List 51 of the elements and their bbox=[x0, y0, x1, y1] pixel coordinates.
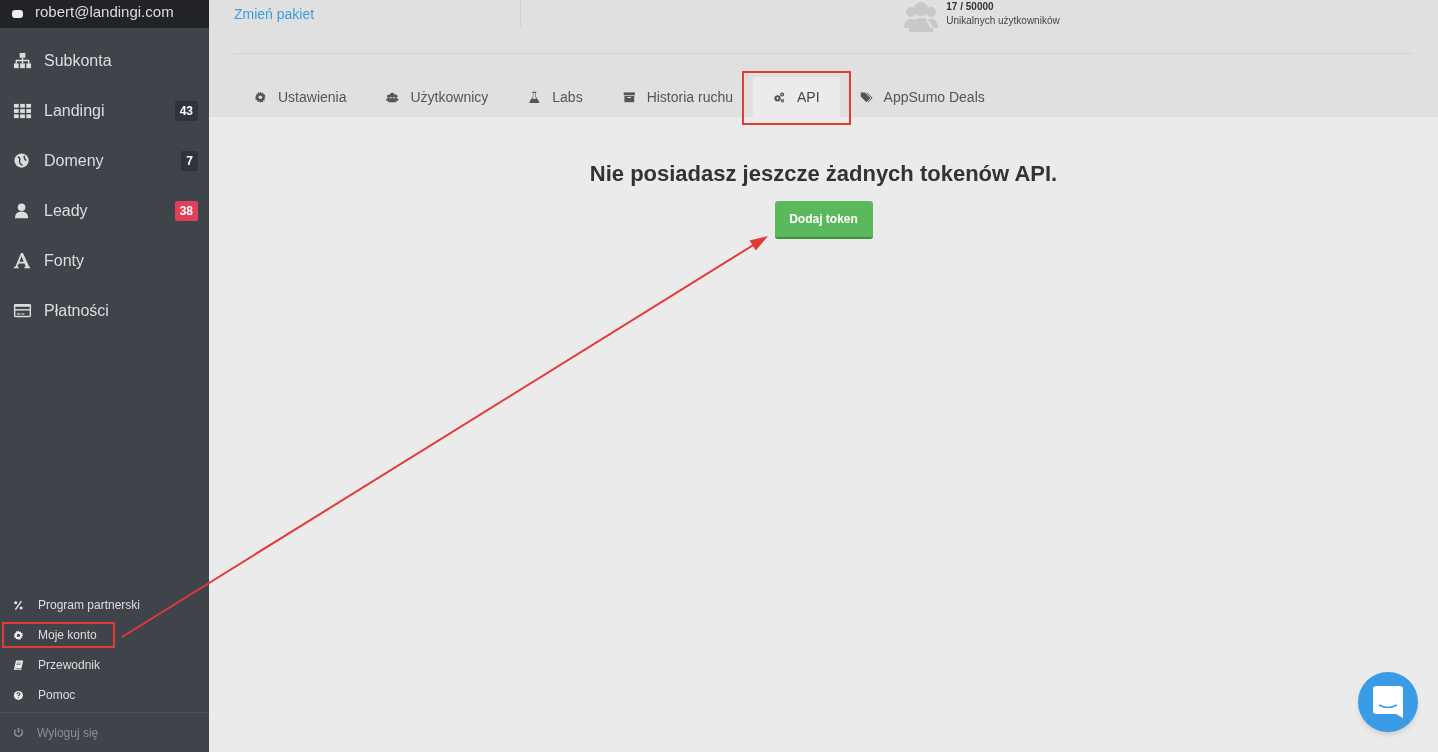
count-badge: 38 bbox=[174, 201, 198, 221]
sidebar-footer-item[interactable]: Program partnerski bbox=[0, 590, 209, 620]
grid-icon bbox=[13, 102, 32, 120]
chat-bubble-icon bbox=[1373, 686, 1403, 718]
account-email: robert@landingi.com bbox=[35, 1, 174, 22]
sidebar-item-label: Płatności bbox=[44, 301, 110, 321]
count-badge: 43 bbox=[174, 101, 198, 121]
tags-icon bbox=[859, 90, 874, 104]
users-icon bbox=[386, 90, 401, 104]
sidebar-item[interactable]: Fonty bbox=[0, 236, 209, 286]
archive-icon bbox=[622, 90, 637, 104]
power-icon bbox=[13, 727, 24, 738]
tab[interactable]: Labs bbox=[508, 77, 603, 117]
sidebar-item[interactable]: Leady 38 bbox=[0, 186, 209, 236]
gears-icon bbox=[773, 90, 787, 104]
sitemap-icon bbox=[13, 52, 32, 70]
percent-icon bbox=[13, 599, 25, 611]
users-count: 17 / 50000 bbox=[946, 0, 995, 14]
users-caption: Unikalnych użytkowników bbox=[946, 14, 1060, 28]
sidebar-footer-label: Pomoc bbox=[38, 687, 76, 704]
sidebar-item[interactable]: Płatności bbox=[0, 286, 209, 336]
gear-icon bbox=[13, 629, 25, 641]
sidebar-item[interactable]: Domeny 7 bbox=[0, 136, 209, 186]
gear-icon bbox=[254, 90, 268, 104]
sidebar-item-label: Domeny bbox=[44, 151, 105, 171]
count-badge: 7 bbox=[181, 151, 198, 171]
sidebar-item[interactable]: Subkonta bbox=[0, 36, 209, 86]
book-icon bbox=[13, 659, 25, 671]
question-icon bbox=[13, 689, 25, 701]
empty-state-message: Nie posiadasz jeszcze żadnych tokenów API. bbox=[589, 160, 1058, 188]
chat-button[interactable] bbox=[1358, 672, 1418, 732]
sidebar-footer-item[interactable]: Pomoc bbox=[0, 680, 209, 710]
tab[interactable]: Historia ruchu bbox=[602, 77, 753, 117]
letter-icon bbox=[13, 252, 32, 270]
tab[interactable]: API bbox=[753, 77, 840, 117]
users-icon bbox=[904, 0, 939, 32]
tab[interactable]: Ustawienia bbox=[234, 77, 367, 117]
sidebar-footer-item[interactable]: Przewodnik bbox=[0, 650, 209, 680]
sidebar-footer-item[interactable]: Moje konto bbox=[0, 620, 209, 650]
globe-icon bbox=[13, 152, 32, 170]
tab[interactable]: Użytkownicy bbox=[366, 77, 509, 117]
credit-card-icon bbox=[13, 302, 32, 320]
sidebar-footer-label: Moje konto bbox=[38, 627, 97, 644]
sidebar-item[interactable]: Landingi 43 bbox=[0, 86, 209, 136]
sidebar-item-label: Fonty bbox=[44, 251, 85, 271]
tab[interactable]: AppSumo Deals bbox=[839, 77, 1005, 117]
sidebar-item-label: Subkonta bbox=[44, 51, 113, 71]
sidebar-item-label: Landingi bbox=[44, 101, 106, 121]
sidebar-item-label: Leady bbox=[44, 201, 89, 221]
sidebar-footer-label: Przewodnik bbox=[38, 657, 101, 674]
sidebar-footer-label: Program partnerski bbox=[38, 597, 141, 614]
